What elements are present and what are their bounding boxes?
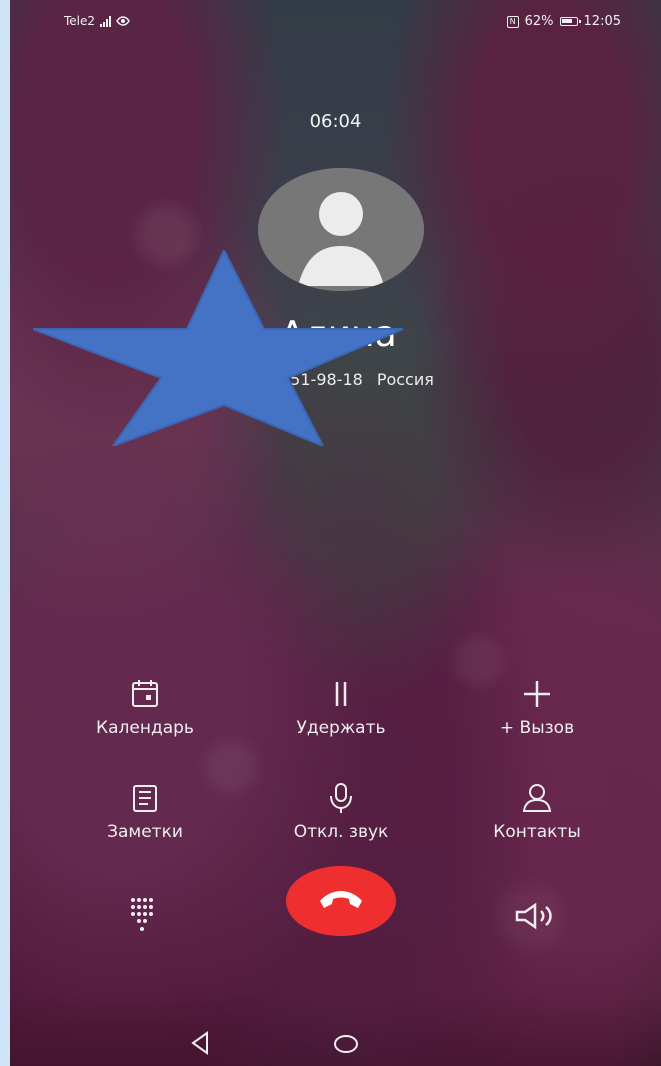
mute-button[interactable]: Откл. звук	[278, 780, 404, 842]
phone-screen: Tele2 N 62% 12:05 06:04 Алина 751-98-18 …	[10, 0, 661, 1066]
notes-button[interactable]: Заметки	[82, 780, 208, 842]
battery-icon	[559, 17, 581, 26]
signal-icon	[100, 15, 112, 27]
add-call-button[interactable]: + Вызов	[474, 676, 600, 738]
hold-label: Удержать	[296, 718, 386, 738]
person-icon	[522, 784, 552, 812]
status-left: Tele2	[64, 14, 130, 28]
nfc-icon: N	[506, 15, 519, 28]
pause-icon	[335, 682, 347, 706]
contacts-button[interactable]: Контакты	[474, 780, 600, 842]
calendar-button[interactable]: Календарь	[82, 676, 208, 738]
end-call-button[interactable]	[286, 866, 396, 936]
blue-star-overlay	[33, 250, 403, 446]
home-icon[interactable]	[330, 1032, 362, 1056]
status-bar: Tele2 N 62% 12:05	[10, 10, 661, 38]
eye-icon	[116, 16, 130, 26]
phone-hangup-icon	[320, 891, 362, 908]
notes-label: Заметки	[107, 822, 183, 842]
plus-icon	[524, 681, 550, 707]
battery-percent: 62%	[524, 14, 554, 29]
add-call-label: + Вызов	[499, 718, 575, 738]
status-time: 12:05	[583, 14, 621, 29]
dialpad-icon[interactable]	[127, 896, 161, 938]
hold-button[interactable]: Удержать	[278, 676, 404, 738]
calendar-icon	[132, 680, 158, 707]
status-right: N 62% 12:05	[506, 14, 621, 29]
mute-label: Откл. звук	[293, 822, 389, 842]
calendar-label: Календарь	[96, 718, 194, 738]
carrier-label: Tele2	[64, 14, 96, 28]
speaker-icon[interactable]	[513, 900, 561, 932]
call-duration: 06:04	[309, 111, 362, 132]
microphone-icon	[330, 783, 352, 813]
back-icon[interactable]	[185, 1028, 215, 1058]
contacts-label: Контакты	[493, 822, 581, 842]
note-icon	[133, 785, 157, 812]
